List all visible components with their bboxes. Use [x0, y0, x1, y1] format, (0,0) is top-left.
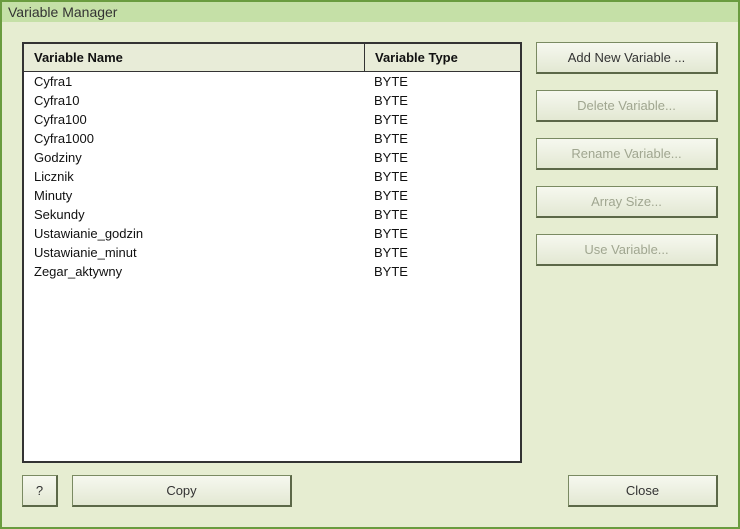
cell-variable-type: BYTE — [364, 186, 520, 205]
column-header-name[interactable]: Variable Name — [24, 44, 365, 71]
cell-variable-type: BYTE — [364, 72, 520, 91]
table-row[interactable]: Ustawianie_minutBYTE — [24, 243, 520, 262]
cell-variable-name: Minuty — [24, 186, 364, 205]
cell-variable-type: BYTE — [364, 243, 520, 262]
cell-variable-type: BYTE — [364, 148, 520, 167]
client-area: Variable Name Variable Type Cyfra1BYTECy… — [2, 22, 738, 527]
array-size-button[interactable]: Array Size... — [536, 186, 718, 218]
table-row[interactable]: Zegar_aktywnyBYTE — [24, 262, 520, 281]
main-row: Variable Name Variable Type Cyfra1BYTECy… — [22, 42, 718, 463]
copy-button[interactable]: Copy — [72, 475, 292, 507]
rename-variable-button[interactable]: Rename Variable... — [536, 138, 718, 170]
table-row[interactable]: Ustawianie_godzinBYTE — [24, 224, 520, 243]
cell-variable-type: BYTE — [364, 205, 520, 224]
cell-variable-name: Zegar_aktywny — [24, 262, 364, 281]
side-buttons: Add New Variable ... Delete Variable... … — [536, 42, 718, 463]
cell-variable-name: Ustawianie_minut — [24, 243, 364, 262]
cell-variable-name: Licznik — [24, 167, 364, 186]
bottom-row: ? Copy Close — [22, 475, 718, 507]
cell-variable-name: Cyfra1 — [24, 72, 364, 91]
cell-variable-name: Cyfra1000 — [24, 129, 364, 148]
table-row[interactable]: LicznikBYTE — [24, 167, 520, 186]
cell-variable-type: BYTE — [364, 91, 520, 110]
table-row[interactable]: Cyfra100BYTE — [24, 110, 520, 129]
close-button[interactable]: Close — [568, 475, 718, 507]
table-body[interactable]: Cyfra1BYTECyfra10BYTECyfra100BYTECyfra10… — [24, 72, 520, 461]
cell-variable-type: BYTE — [364, 167, 520, 186]
table-row[interactable]: MinutyBYTE — [24, 186, 520, 205]
cell-variable-name: Godziny — [24, 148, 364, 167]
column-header-type[interactable]: Variable Type — [365, 44, 520, 71]
window-title: Variable Manager — [2, 2, 738, 22]
cell-variable-name: Ustawianie_godzin — [24, 224, 364, 243]
help-button[interactable]: ? — [22, 475, 58, 507]
cell-variable-type: BYTE — [364, 110, 520, 129]
cell-variable-name: Cyfra10 — [24, 91, 364, 110]
table-row[interactable]: Cyfra1BYTE — [24, 72, 520, 91]
cell-variable-name: Sekundy — [24, 205, 364, 224]
add-new-variable-button[interactable]: Add New Variable ... — [536, 42, 718, 74]
table-row[interactable]: Cyfra1000BYTE — [24, 129, 520, 148]
table-row[interactable]: GodzinyBYTE — [24, 148, 520, 167]
table-row[interactable]: SekundyBYTE — [24, 205, 520, 224]
delete-variable-button[interactable]: Delete Variable... — [536, 90, 718, 122]
cell-variable-type: BYTE — [364, 129, 520, 148]
table-header: Variable Name Variable Type — [24, 44, 520, 72]
variable-manager-window: Variable Manager Variable Name Variable … — [0, 0, 740, 529]
use-variable-button[interactable]: Use Variable... — [536, 234, 718, 266]
cell-variable-name: Cyfra100 — [24, 110, 364, 129]
cell-variable-type: BYTE — [364, 262, 520, 281]
variable-table[interactable]: Variable Name Variable Type Cyfra1BYTECy… — [22, 42, 522, 463]
table-row[interactable]: Cyfra10BYTE — [24, 91, 520, 110]
cell-variable-type: BYTE — [364, 224, 520, 243]
